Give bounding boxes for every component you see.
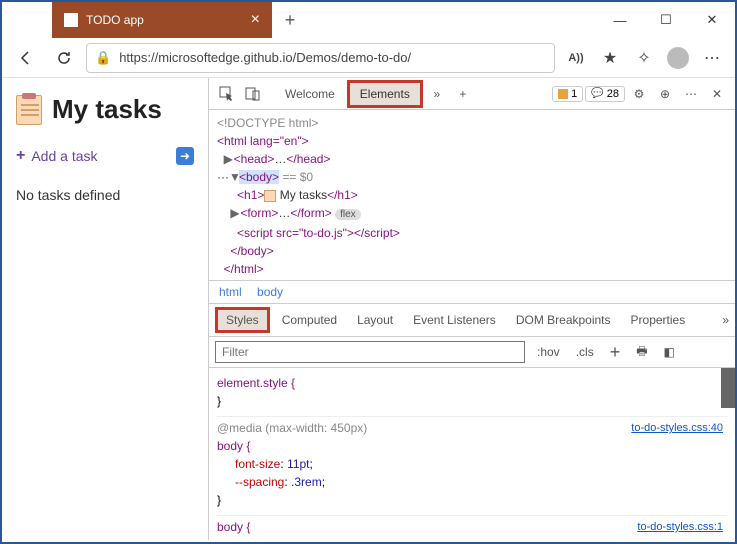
tab-styles[interactable]: Styles [215,307,270,333]
tab-event-listeners[interactable]: Event Listeners [405,310,504,330]
more-icon[interactable]: ⋯ [679,82,703,106]
submit-arrow-icon[interactable]: ➜ [176,147,194,165]
tab-computed[interactable]: Computed [274,310,345,330]
close-tab-icon[interactable]: × [251,11,260,29]
more-styles-tabs-icon[interactable]: » [722,313,729,327]
empty-state: No tasks defined [16,187,194,203]
clipboard-icon [16,95,42,125]
close-window-button[interactable]: ✕ [689,2,735,38]
close-devtools-icon[interactable]: ✕ [705,82,729,106]
sidebar-toggle-icon[interactable]: ◧ [660,345,679,359]
lock-icon: 🔒 [95,50,111,66]
add-task-label: Add a task [31,148,97,164]
breadcrumb[interactable]: html body [209,280,735,304]
tab-title: TODO app [86,13,144,27]
add-tab-icon[interactable]: + [451,82,475,106]
tab-layout[interactable]: Layout [349,310,401,330]
hov-toggle[interactable]: :hov [533,345,564,359]
customize-icon[interactable]: ⊕ [653,82,677,106]
styles-pane[interactable]: element.style { } to-do-styles.css:40 @m… [209,368,735,540]
address-bar[interactable]: 🔒 https://microsoftedge.github.io/Demos/… [86,43,555,73]
settings-icon[interactable]: ⚙ [627,82,651,106]
source-link[interactable]: to-do-styles.css:1 [637,518,723,536]
minimize-button[interactable]: ― [597,2,643,38]
favorite-button[interactable]: ★ [595,43,625,73]
tab-dom-breakpoints[interactable]: DOM Breakpoints [508,310,619,330]
devtools-panel: Welcome Elements » + 1 28 ⚙ ⊕ ⋯ ✕ <!DOCT… [208,78,735,540]
add-task-row[interactable]: + Add a task ➜ [16,147,194,165]
back-button[interactable] [10,42,42,74]
tab-favicon [64,13,78,27]
collections-button[interactable]: ✧ [629,43,659,73]
source-link[interactable]: to-do-styles.css:40 [631,419,723,437]
styles-filter-input[interactable] [215,341,525,363]
plus-icon: + [16,147,25,165]
inspect-icon[interactable] [215,82,239,106]
new-tab-button[interactable]: + [272,2,308,38]
browser-tab[interactable]: TODO app × [52,2,272,38]
menu-button[interactable]: ⋯ [697,43,727,73]
crumb-html[interactable]: html [219,285,242,299]
url-text: https://microsoftedge.github.io/Demos/de… [119,50,411,65]
dom-tree[interactable]: <!DOCTYPE html> <html lang="en"> ▶<head>… [209,110,735,280]
refresh-button[interactable] [48,42,80,74]
device-toggle-icon[interactable] [241,82,265,106]
maximize-button[interactable]: ☐ [643,2,689,38]
tab-elements[interactable]: Elements [347,80,423,108]
more-tabs-icon[interactable]: » [425,82,449,106]
tab-properties[interactable]: Properties [623,310,694,330]
crumb-body[interactable]: body [257,285,283,299]
profile-button[interactable] [663,43,693,73]
print-icon[interactable]: 🖶 [632,342,651,363]
reader-mode-button[interactable]: A)) [561,43,591,73]
avatar-icon [667,47,689,69]
new-rule-icon[interactable]: + [606,342,625,363]
tab-welcome[interactable]: Welcome [275,83,345,105]
warnings-badge[interactable]: 1 [552,86,583,102]
cls-toggle[interactable]: .cls [572,345,598,359]
page-heading: My tasks [16,94,194,125]
page-content: My tasks + Add a task ➜ No tasks defined [2,78,208,540]
messages-badge[interactable]: 28 [585,86,625,102]
